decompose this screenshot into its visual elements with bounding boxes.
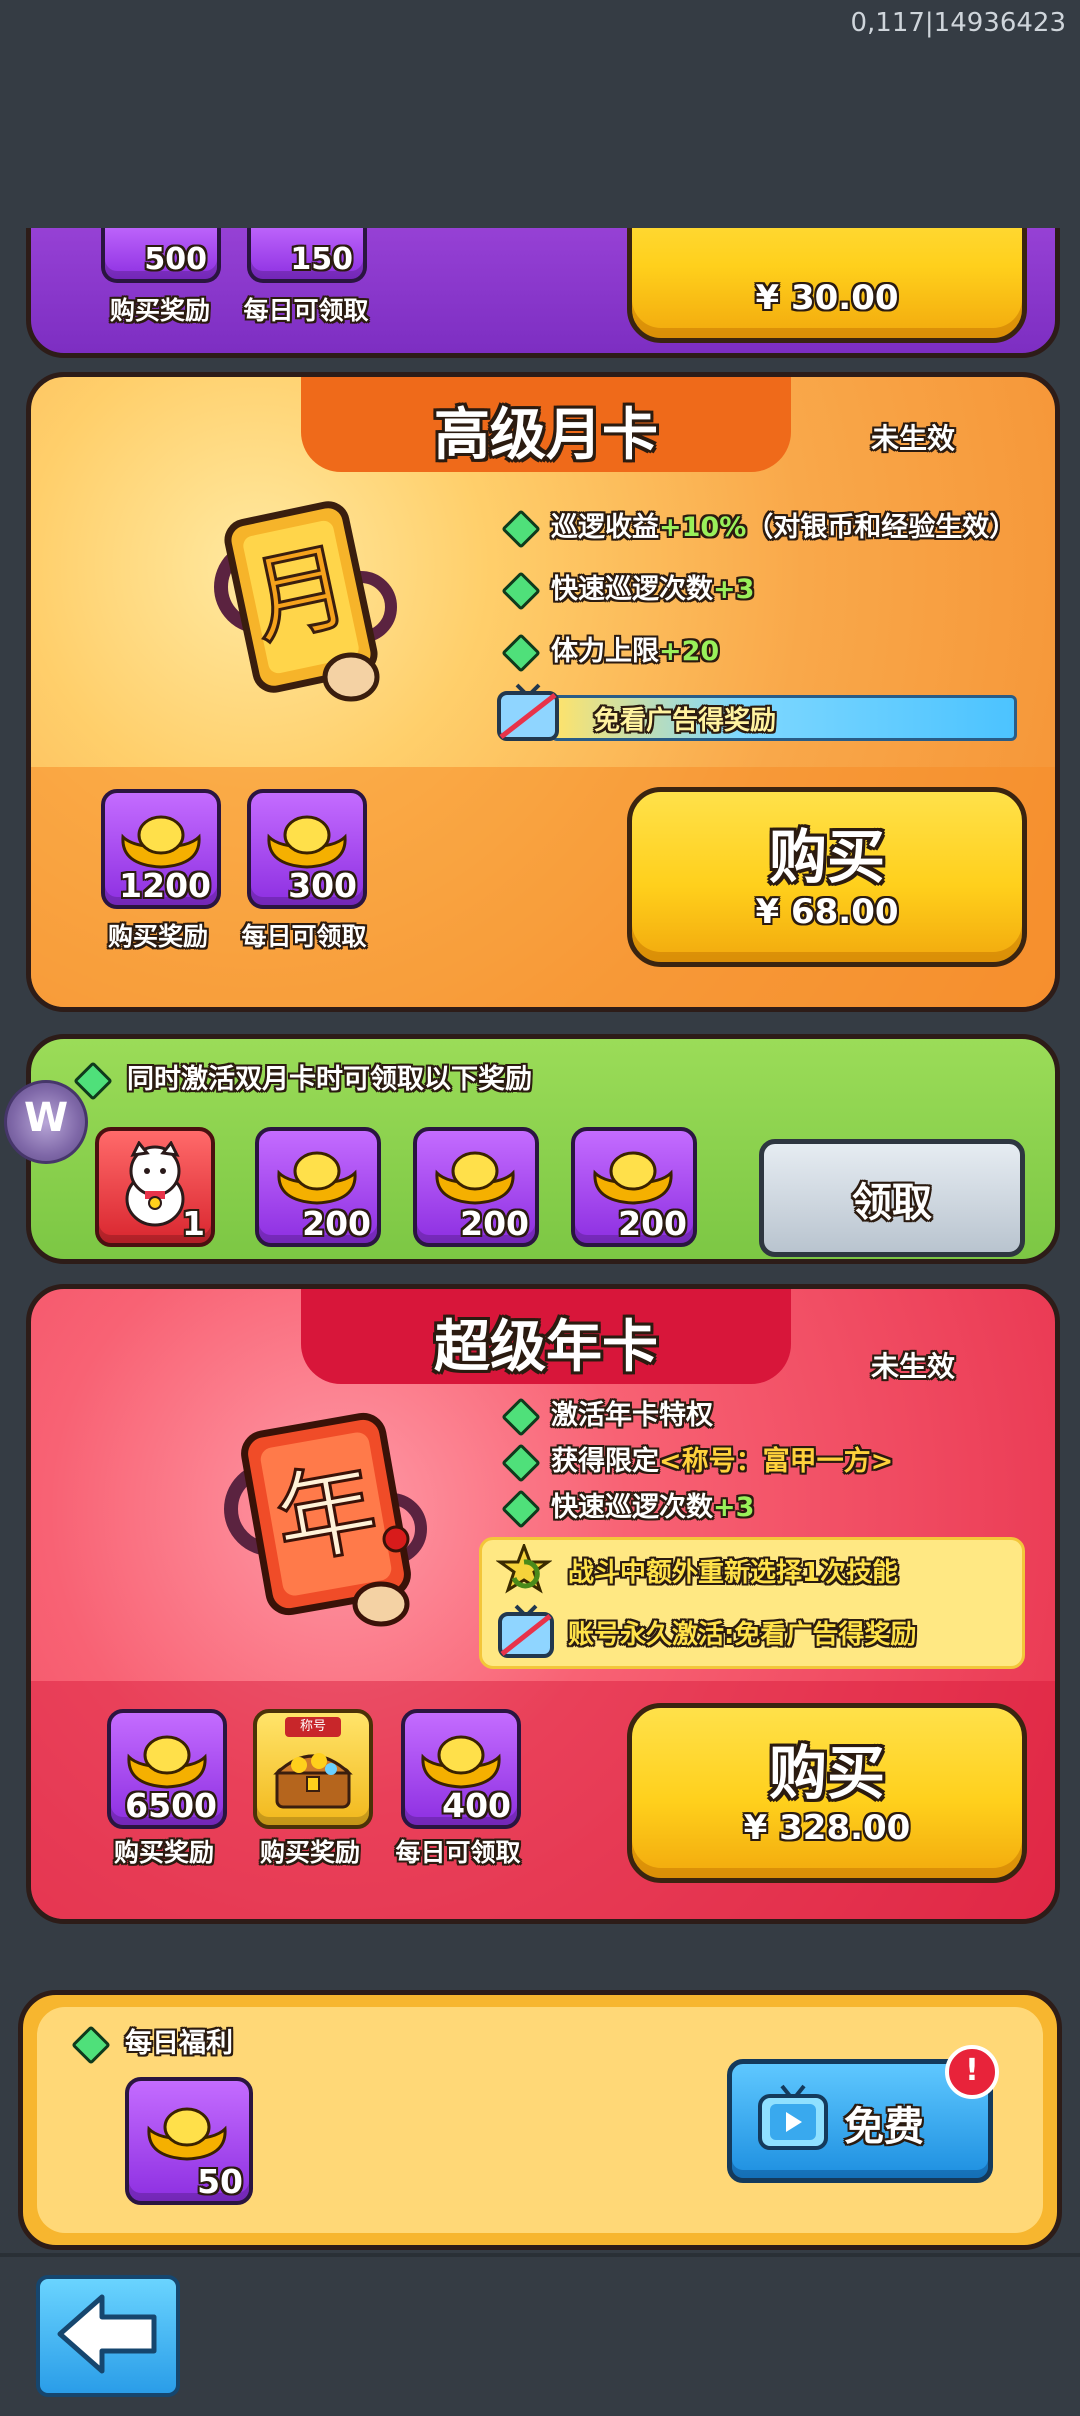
reward-label: 购买奖励 — [109, 296, 210, 325]
alert-badge: ! — [945, 2045, 999, 2099]
feature-line: 巡逻收益+10%（对银币和经验生效） — [551, 512, 1017, 543]
feature-line: 快速巡逻次数+3 — [551, 1492, 755, 1523]
card-title: 超级年卡 — [434, 1315, 658, 1380]
feature-bullet-icon — [501, 633, 541, 673]
w-floating-icon[interactable]: W — [4, 1080, 88, 1164]
price-text: ¥ 68.00 — [755, 892, 899, 932]
title-tag: 称号 — [285, 1717, 341, 1737]
reward-amount: 200 — [460, 1204, 529, 1243]
feature-line: 激活年卡特权 — [551, 1400, 713, 1431]
dual-card-bonus-panel: 同时激活双月卡时可领取以下奖励 1 200 200 200 领取 — [26, 1034, 1060, 1264]
reward-amount: 200 — [302, 1204, 371, 1243]
prev-card-panel: 500 150 购买奖励 每日可领取 ¥ 30.00 — [26, 228, 1060, 358]
top-bar: 0,117|14936423 — [0, 0, 1080, 231]
reward-label: 购买奖励 — [113, 1838, 214, 1867]
reward-amount: 300 — [288, 866, 357, 905]
feature-bullet-icon — [501, 1489, 541, 1529]
reward-amount: 1200 — [119, 866, 211, 905]
super-annual-card: 超级年卡 未生效 年 激活年卡特权 获得限定<称号：富甲一方> 快速巡逻次数+3… — [26, 1284, 1060, 1924]
reward-slot-ingot: 300 — [247, 789, 367, 909]
perk-text: 战斗中额外重新选择1次技能 — [568, 1558, 899, 1588]
reward-slot: 150 — [247, 228, 367, 283]
gold-ingot-icon — [127, 1735, 207, 1789]
feature-bullet-icon — [501, 509, 541, 549]
feature-bullet-icon — [501, 1443, 541, 1483]
premium-monthly-card: 高级月卡 未生效 月 巡逻收益+10%（对银币和经验生效） 快速巡逻次数+3 体… — [26, 372, 1060, 1012]
price-text: ¥ 328.00 — [743, 1808, 911, 1848]
reward-amount: 200 — [618, 1204, 687, 1243]
reward-slot-ingot: 400 — [401, 1709, 521, 1829]
reward-slot-lucky-cat: 1 — [95, 1127, 215, 1247]
premium-monthly-buy-button[interactable]: 购买 ¥ 68.00 — [627, 787, 1027, 967]
treasure-chest-icon — [273, 1753, 353, 1809]
title-ribbon: 高级月卡 — [301, 377, 791, 472]
reward-label: 购买奖励 — [107, 922, 208, 951]
skill-reroll-icon — [495, 1541, 553, 1600]
card-title: 高级月卡 — [434, 403, 658, 468]
dual-bonus-description: 同时激活双月卡时可领取以下奖励 — [127, 1064, 532, 1095]
reward-amount: 50 — [197, 2162, 243, 2201]
ad-perk-text: 免看广告得奖励 — [594, 706, 777, 736]
daily-title: 每日福利 — [125, 2028, 233, 2059]
feature-line: 快速巡逻次数+3 — [551, 574, 755, 605]
gold-ingot-icon — [435, 1151, 515, 1205]
claim-label: 领取 — [852, 1180, 932, 1226]
back-arrow-icon — [57, 2294, 157, 2374]
card-status: 未生效 — [871, 422, 956, 455]
reward-label: 每日可领取 — [395, 1838, 521, 1867]
reward-amount: 150 — [290, 242, 353, 277]
reward-label: 购买奖励 — [259, 1838, 360, 1867]
buy-label: 购买 — [768, 823, 885, 891]
monthly-card-icon: 月 — [201, 487, 401, 707]
card-status: 未生效 — [871, 1350, 956, 1383]
feature-line: 获得限定<称号：富甲一方> — [551, 1446, 894, 1477]
price-text: ¥ 30.00 — [755, 278, 899, 318]
gold-ingot-icon — [121, 815, 201, 869]
gold-ingot-icon — [593, 1151, 673, 1205]
title-ribbon: 超级年卡 — [301, 1289, 791, 1384]
alert-mark: ! — [965, 2053, 979, 2088]
reward-label: 每日可领取 — [241, 922, 367, 951]
reward-slot-ingot: 6500 — [107, 1709, 227, 1829]
super-annual-buy-button[interactable]: 购买 ¥ 328.00 — [627, 1703, 1027, 1883]
gold-ingot-icon — [277, 1151, 357, 1205]
reward-amount: 400 — [442, 1786, 511, 1825]
reward-label: 每日可领取 — [243, 296, 369, 325]
tv-ad-icon — [496, 1604, 556, 1660]
daily-welfare-panel: 每日福利 50 免费 ! — [18, 1990, 1062, 2250]
card-list[interactable]: 500 150 购买奖励 每日可领取 ¥ 30.00 高级月卡 未生效 月 巡逻… — [0, 228, 1080, 2253]
gold-ingot-icon — [147, 2107, 227, 2161]
claim-button[interactable]: 领取 — [759, 1139, 1025, 1257]
debug-coords: 0,117|14936423 — [850, 8, 1066, 38]
reward-slot-ingot: 200 — [255, 1127, 381, 1247]
reward-slot-title-chest: 称号 — [253, 1709, 373, 1829]
reward-slot-ingot: 50 — [125, 2077, 253, 2205]
reward-amount: 1 — [182, 1204, 205, 1243]
feature-bullet-icon — [501, 571, 541, 611]
reward-amount: 500 — [144, 242, 207, 277]
tv-ad-icon — [495, 681, 561, 743]
perks-box: 战斗中额外重新选择1次技能 账号永久激活:免看广告得奖励 — [479, 1537, 1025, 1669]
prev-buy-button[interactable]: ¥ 30.00 — [627, 228, 1027, 343]
feature-line: 体力上限+20 — [551, 636, 720, 667]
gold-ingot-icon — [267, 815, 347, 869]
tv-play-icon — [756, 2082, 830, 2152]
perk-text: 账号永久激活:免看广告得奖励 — [568, 1620, 917, 1650]
gold-ingot-icon — [421, 1735, 501, 1789]
svg-text:年: 年 — [267, 1448, 386, 1581]
reward-slot-ingot: 200 — [571, 1127, 697, 1247]
reward-slot: 500 — [101, 228, 221, 283]
reward-slot-ingot: 1200 — [101, 789, 221, 909]
bottom-bar — [0, 2253, 1080, 2416]
feature-bullet-icon — [501, 1397, 541, 1437]
back-button[interactable] — [36, 2275, 180, 2397]
reward-slot-ingot: 200 — [413, 1127, 539, 1247]
reward-amount: 6500 — [125, 1786, 217, 1825]
annual-card-icon: 年 — [211, 1399, 441, 1629]
buy-label: 购买 — [768, 1739, 885, 1807]
free-label: 免费 — [844, 2104, 924, 2150]
ad-perk-bar: 免看广告得奖励 — [551, 695, 1017, 741]
